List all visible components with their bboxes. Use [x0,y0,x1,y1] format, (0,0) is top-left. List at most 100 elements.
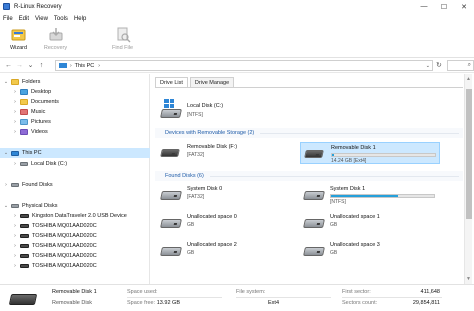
tree-label: Desktop [31,88,52,95]
drive-tile-unallocated-3[interactable]: Unallocated space 3 GB [300,240,440,262]
tree-label: TOSHIBA MQ01AAD020C [32,242,97,249]
tree-item-hdd-2[interactable]: › TOSHIBA MQ01AAD020C [12,231,97,240]
tree-item-hdd-3[interactable]: › TOSHIBA MQ01AAD020C [12,241,97,250]
drive-filesystem: [FAT32] [187,194,205,200]
tree-label: This PC [22,150,42,156]
find-file-button[interactable]: Find File [104,25,141,58]
expand-chevron-icon[interactable]: › [12,99,18,105]
vertical-scrollbar[interactable]: ▲ ▼ [464,74,472,284]
drive-tile-unallocated-1[interactable]: Unallocated space 1 GB [300,212,440,234]
close-button[interactable]: ✕ [454,0,474,13]
expand-chevron-icon[interactable]: › [12,223,18,229]
hard-drive-icon [160,109,182,118]
expand-chevron-icon[interactable]: › [12,213,18,219]
expand-chevron-icon[interactable]: › [3,182,9,188]
address-dropdown-icon[interactable]: ⌄ [426,63,430,69]
address-box[interactable]: › This PC › ⌄ [55,60,433,71]
tree-item-physical-disks[interactable]: ⌄ Physical Disks [3,201,58,210]
expand-chevron-icon[interactable]: › [12,263,18,269]
tree-item-videos[interactable]: › Videos [12,127,48,136]
expand-chevron-icon[interactable]: › [12,89,18,95]
refresh-icon[interactable]: ↻ [436,61,442,69]
drive-tile-local-disk[interactable]: Local Disk (C:) [NTFS] [157,99,297,121]
expand-chevron-icon[interactable]: › [12,253,18,259]
scrollbar-thumb[interactable] [466,89,472,219]
tree-label: Found Disks [22,181,53,188]
local-disk-icon [20,161,28,166]
history-chevron-icon[interactable]: ⌄ [25,61,36,69]
menu-tools[interactable]: Tools [54,16,68,22]
view-tabs: Drive List Drive Manage [155,77,236,87]
minimize-button[interactable]: — [414,0,434,13]
recovery-label: Recovery [43,45,68,51]
tree-label: Music [31,108,46,115]
menu-file[interactable]: File [3,16,13,22]
hard-disk-icon [20,253,29,258]
drive-tile-removable-f[interactable]: Removable Disk (F:) [FAT32] [157,142,297,164]
breadcrumb-end-chevron-icon[interactable]: › [98,63,100,69]
drive-tile-system-0[interactable]: System Disk 0 [FAT32] [157,184,297,206]
recovery-icon [47,27,65,43]
back-arrow-icon[interactable]: ← [3,62,14,69]
menu-edit[interactable]: Edit [19,16,29,22]
usage-bar [330,194,435,198]
folder-icon [11,78,19,85]
menu-help[interactable]: Help [74,16,86,22]
drive-tile-removable-1[interactable]: Removable Disk 1 14.24 GB [Ext4] [300,142,440,164]
maximize-button[interactable]: ☐ [434,0,454,13]
tree-item-found-disks[interactable]: › Found Disks [3,180,53,189]
tree-label: Local Disk (C:) [31,160,68,167]
tree-label: Videos [31,128,48,135]
up-arrow-icon[interactable]: ↑ [36,62,47,69]
drive-tile-unallocated-2[interactable]: Unallocated space 2 GB [157,240,297,262]
forward-arrow-icon[interactable]: → [14,62,25,69]
tab-drive-manage[interactable]: Drive Manage [189,77,235,87]
tab-drive-list[interactable]: Drive List [155,77,188,87]
expand-chevron-icon[interactable]: › [12,233,18,239]
scroll-down-arrow-icon[interactable]: ▼ [466,276,471,282]
expand-chevron-icon[interactable]: › [12,129,18,135]
tree-item-hdd-4[interactable]: › TOSHIBA MQ01AAD020C [12,251,97,260]
tree-item-desktop[interactable]: › Desktop [12,87,51,96]
drive-name: Unallocated space 3 [330,242,380,248]
collapse-chevron-icon[interactable]: ⌄ [3,79,9,85]
expand-chevron-icon[interactable]: › [12,119,18,125]
usage-bar-fill [331,195,398,197]
recovery-button[interactable]: Recovery [37,25,74,58]
tree-item-this-pc[interactable]: ⌄ This PC [3,149,42,158]
tree-item-hdd-5[interactable]: › TOSHIBA MQ01AAD020C [12,261,97,270]
space-free-value: 13.92 GB [156,300,180,306]
drive-tile-system-1[interactable]: System Disk 1 [NTFS] [300,184,440,206]
breadcrumb-chevron-icon[interactable]: › [70,63,72,69]
usage-bar [331,153,436,157]
menu-view[interactable]: View [35,16,48,22]
expand-chevron-icon[interactable]: › [12,161,18,167]
tree-item-usb-device[interactable]: › Kingston DataTraveler 2.0 USB Device [12,211,127,220]
drive-size: 14.24 GB [Ext4] [331,158,367,164]
tree-item-music[interactable]: › Music [12,107,45,116]
usb-drive-icon [160,149,180,157]
drive-tile-unallocated-0[interactable]: Unallocated space 0 GB [157,212,297,234]
breadcrumb-this-pc[interactable]: This PC [75,63,95,69]
search-input[interactable]: ⌕ [447,60,474,71]
first-sector-value: 411,648 [420,289,440,295]
wizard-button[interactable]: Wizard [0,25,37,58]
tree-item-hdd-1[interactable]: › TOSHIBA MQ01AAD020C [12,221,97,230]
collapse-chevron-icon[interactable]: ⌄ [3,150,9,156]
tree-item-local-disk[interactable]: › Local Disk (C:) [12,159,67,168]
scroll-up-arrow-icon[interactable]: ▲ [466,76,471,82]
file-system-value: Ext4 [268,300,280,306]
expand-chevron-icon[interactable]: › [12,243,18,249]
navigation-tree: ⌄ Folders › Desktop › Documents › Music … [0,74,150,284]
expand-chevron-icon[interactable]: › [12,109,18,115]
collapse-chevron-icon[interactable]: ⌄ [3,203,9,209]
hard-disk-icon [20,223,29,228]
tree-item-pictures[interactable]: › Pictures [12,117,51,126]
hard-drive-icon [160,191,182,200]
drive-list-pane: Drive List Drive Manage Local Disk (C:) … [152,74,474,284]
tree-item-folders[interactable]: ⌄ Folders [3,77,40,86]
tree-label: TOSHIBA MQ01AAD020C [32,252,97,259]
divider [127,297,222,298]
tree-item-documents[interactable]: › Documents [12,97,59,106]
divider [342,297,442,298]
